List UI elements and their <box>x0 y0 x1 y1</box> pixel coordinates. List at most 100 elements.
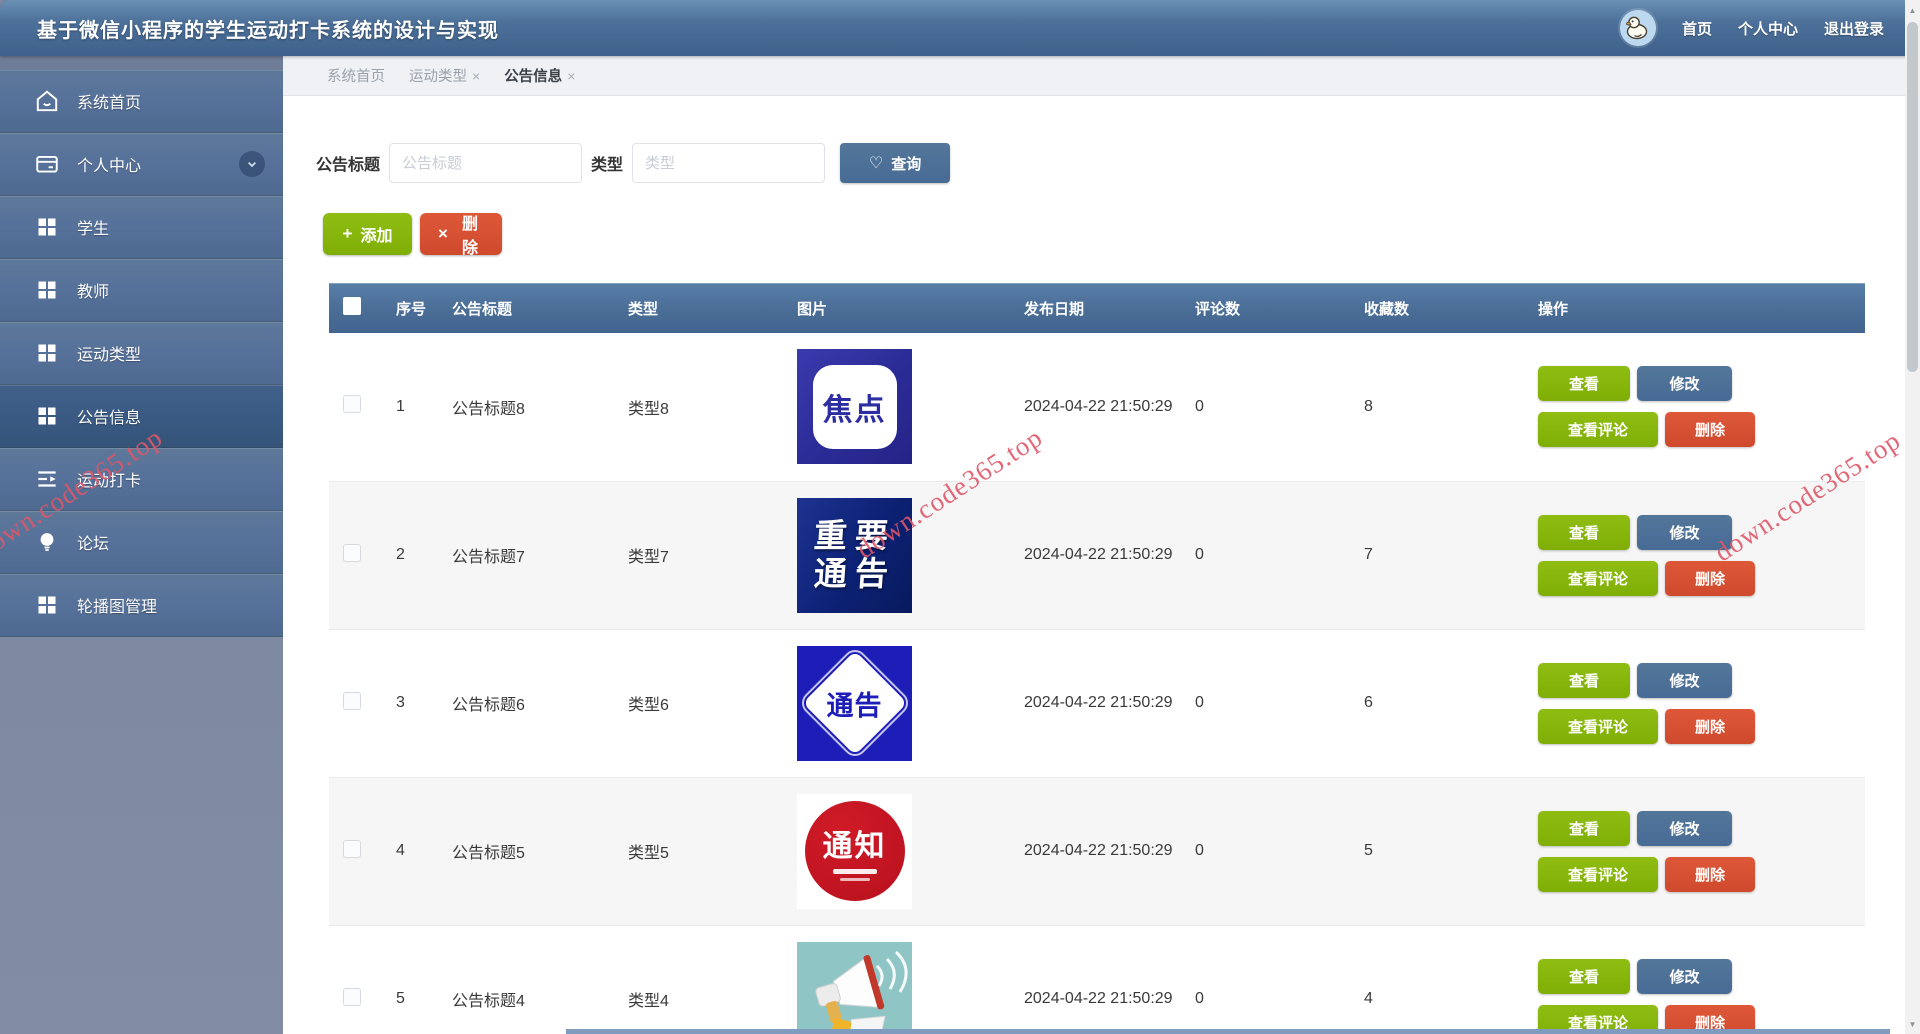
nav-home[interactable]: 首页 <box>1682 18 1712 39</box>
view-button[interactable]: 查看 <box>1538 811 1630 846</box>
sidebar-item-label: 系统首页 <box>77 89 141 113</box>
edit-button[interactable]: 修改 <box>1637 811 1732 846</box>
sidebar-item-label: 教师 <box>77 278 109 302</box>
tab-bar: 系统首页 运动类型× 公告信息× <box>283 56 1905 96</box>
col-date: 发布日期 <box>1016 283 1187 333</box>
sidebar-item-5[interactable]: 公告信息 <box>0 385 283 448</box>
cell-index: 2 <box>388 481 444 629</box>
cell-favorites: 5 <box>1356 777 1530 925</box>
sidebar-item-4[interactable]: 运动类型 <box>0 322 283 385</box>
view-button[interactable]: 查看 <box>1538 959 1630 994</box>
cell-index: 1 <box>388 333 444 481</box>
sidebar-item-2[interactable]: 学生 <box>0 196 283 259</box>
view-button[interactable]: 查看 <box>1538 366 1630 401</box>
sidebar-item-1[interactable]: 个人中心 <box>0 133 283 196</box>
app-window: 基于微信小程序的学生运动打卡系统的设计与实现 首页 个人中心 退出登录 系统首页… <box>0 0 1920 1034</box>
grid-icon <box>34 403 60 429</box>
query-button[interactable]: ♡ 查询 <box>840 143 950 183</box>
tab-0[interactable]: 系统首页 <box>327 65 385 86</box>
delete-row-button[interactable]: 删除 <box>1665 412 1755 447</box>
row-checkbox[interactable] <box>343 395 361 413</box>
col-type: 类型 <box>620 283 789 333</box>
id-card-icon <box>34 151 60 177</box>
tab-close-icon[interactable]: × <box>472 68 480 84</box>
nav-logout[interactable]: 退出登录 <box>1824 18 1884 39</box>
cell-comments: 0 <box>1187 777 1356 925</box>
bottom-strip <box>566 1029 1890 1034</box>
sidebar-item-8[interactable]: 轮播图管理 <box>0 574 283 637</box>
toolbar: + 添加 × 删除 <box>323 213 1905 255</box>
tab-1[interactable]: 运动类型× <box>409 65 480 86</box>
view-comments-button[interactable]: 查看评论 <box>1538 709 1658 744</box>
lightbulb-icon <box>34 529 60 555</box>
announcement-image: 焦点 <box>797 349 912 464</box>
sidebar-item-6[interactable]: 运动打卡 <box>0 448 283 511</box>
announcement-image <box>797 942 912 1034</box>
duck-icon <box>1620 10 1656 46</box>
edit-button[interactable]: 修改 <box>1637 663 1732 698</box>
view-button[interactable]: 查看 <box>1538 663 1630 698</box>
announcement-title-input[interactable] <box>389 143 582 183</box>
cell-comments: 0 <box>1187 333 1356 481</box>
sidebar-item-3[interactable]: 教师 <box>0 259 283 322</box>
header-nav: 首页 个人中心 退出登录 <box>1620 0 1884 56</box>
cell-index: 5 <box>388 925 444 1034</box>
cell-comments: 0 <box>1187 629 1356 777</box>
plus-icon: + <box>343 224 353 244</box>
delete-row-button[interactable]: 删除 <box>1665 857 1755 892</box>
row-checkbox[interactable] <box>343 988 361 1006</box>
row-checkbox[interactable] <box>343 544 361 562</box>
delete-row-button[interactable]: 删除 <box>1665 709 1755 744</box>
sidebar-item-label: 运动打卡 <box>77 467 141 491</box>
vertical-scrollbar[interactable]: ▲ ▼ <box>1905 0 1920 1034</box>
cell-date: 2024-04-22 21:50:29 <box>1016 333 1187 481</box>
nav-profile[interactable]: 个人中心 <box>1738 18 1798 39</box>
tab-2[interactable]: 公告信息× <box>504 65 575 86</box>
scroll-down-arrow[interactable]: ▼ <box>1905 1016 1920 1032</box>
sidebar-item-0[interactable]: 系统首页 <box>0 70 283 133</box>
grid-icon <box>34 592 60 618</box>
announcement-image: 通告 <box>797 646 912 761</box>
scroll-up-arrow[interactable]: ▲ <box>1905 2 1920 18</box>
page-title: 基于微信小程序的学生运动打卡系统的设计与实现 <box>0 14 499 43</box>
view-comments-button[interactable]: 查看评论 <box>1538 857 1658 892</box>
grid-icon <box>34 277 60 303</box>
col-index: 序号 <box>388 283 444 333</box>
delete-button[interactable]: × 删除 <box>420 213 502 255</box>
edit-button[interactable]: 修改 <box>1637 515 1732 550</box>
cell-date: 2024-04-22 21:50:29 <box>1016 629 1187 777</box>
type-input[interactable] <box>632 143 825 183</box>
delete-row-button[interactable]: 删除 <box>1665 561 1755 596</box>
cell-favorites: 7 <box>1356 481 1530 629</box>
sidebar-item-7[interactable]: 论坛 <box>0 511 283 574</box>
sidebar-item-label: 公告信息 <box>77 404 141 428</box>
cell-comments: 0 <box>1187 481 1356 629</box>
cell-index: 4 <box>388 777 444 925</box>
add-button[interactable]: + 添加 <box>323 213 412 255</box>
cell-favorites: 4 <box>1356 925 1530 1034</box>
announcement-title-label: 公告标题 <box>316 151 380 175</box>
cell-type: 类型6 <box>620 629 789 777</box>
table-row: 3 公告标题6 类型6 通告 2024-04-22 21:50:29 0 6 查… <box>329 629 1865 777</box>
sidebar: 系统首页个人中心学生教师运动类型公告信息运动打卡论坛轮播图管理 <box>0 56 283 1034</box>
announcement-image: 重要通告 <box>797 498 912 613</box>
checkin-list-icon <box>34 466 60 492</box>
tab-close-icon[interactable]: × <box>567 68 575 84</box>
table-row: 2 公告标题7 类型7 重要通告 2024-04-22 21:50:29 0 7… <box>329 481 1865 629</box>
row-checkbox[interactable] <box>343 692 361 710</box>
cell-date: 2024-04-22 21:50:29 <box>1016 481 1187 629</box>
row-checkbox[interactable] <box>343 840 361 858</box>
view-comments-button[interactable]: 查看评论 <box>1538 561 1658 596</box>
edit-button[interactable]: 修改 <box>1637 959 1732 994</box>
avatar[interactable] <box>1620 10 1656 46</box>
tab-label: 系统首页 <box>327 65 385 86</box>
scrollbar-thumb[interactable] <box>1907 22 1918 372</box>
select-all-checkbox[interactable] <box>343 297 361 315</box>
view-button[interactable]: 查看 <box>1538 515 1630 550</box>
view-comments-button[interactable]: 查看评论 <box>1538 412 1658 447</box>
edit-button[interactable]: 修改 <box>1637 366 1732 401</box>
chevron-down-icon[interactable] <box>239 151 265 177</box>
col-actions: 操作 <box>1530 283 1865 333</box>
cell-title: 公告标题4 <box>444 925 620 1034</box>
sidebar-item-label: 个人中心 <box>77 152 141 176</box>
